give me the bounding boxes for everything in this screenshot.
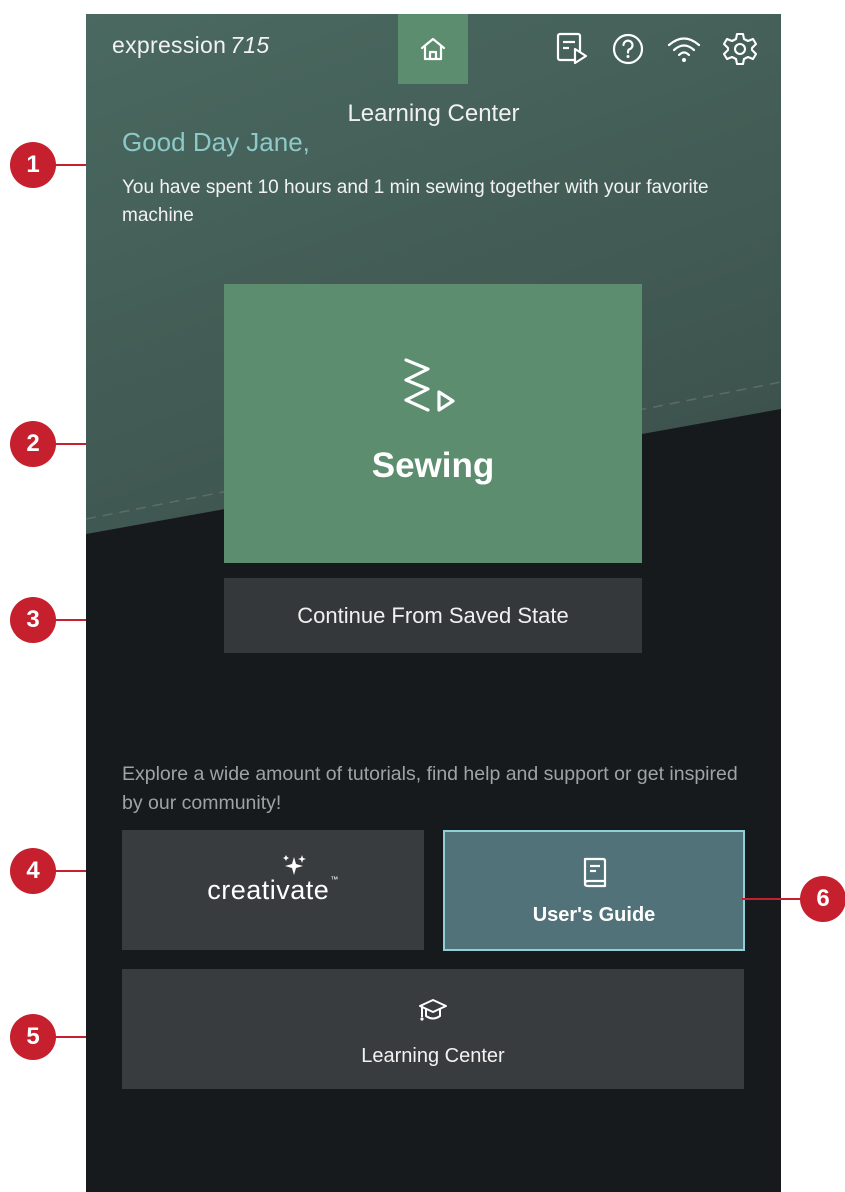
sparkle-icon bbox=[283, 854, 307, 875]
graduation-cap-icon bbox=[419, 999, 447, 1021]
wifi-icon bbox=[667, 37, 701, 62]
top-bar: expression 715 bbox=[86, 14, 781, 84]
callout-6-badge: 6 bbox=[800, 876, 845, 922]
home-icon bbox=[420, 37, 446, 61]
book-icon bbox=[583, 857, 607, 888]
callout-5-line bbox=[54, 1036, 86, 1038]
explore-text: Explore a wide amount of tutorials, find… bbox=[122, 763, 738, 814]
sewing-button[interactable]: Sewing bbox=[224, 284, 642, 563]
sewing-button-label: Sewing bbox=[371, 446, 495, 485]
users-guide-tile[interactable]: User's Guide bbox=[443, 830, 745, 951]
trademark-mark: ™ bbox=[330, 874, 339, 884]
brand-name: expression bbox=[112, 32, 227, 58]
video-tutorial-icon bbox=[556, 32, 588, 65]
callout-1-badge: 1 bbox=[10, 142, 56, 188]
greeting-text: Good Day Jane, bbox=[122, 127, 310, 157]
learning-center-tile[interactable]: Learning Center bbox=[122, 969, 744, 1089]
creativate-logo: creativate™ bbox=[207, 854, 339, 906]
callout-2-badge: 2 bbox=[10, 421, 56, 467]
help-icon bbox=[612, 33, 644, 65]
top-icons bbox=[553, 30, 759, 68]
callout-4-badge: 4 bbox=[10, 848, 56, 894]
learning-center-label: Learning Center bbox=[361, 1045, 505, 1067]
creativate-logo-text: creativate bbox=[207, 874, 330, 905]
callout-1-line bbox=[54, 164, 86, 166]
callout-5-badge: 5 bbox=[10, 1014, 56, 1060]
sewing-time-text: You have spent 10 hours and 1 min sewing… bbox=[122, 177, 709, 226]
help-button[interactable] bbox=[609, 30, 647, 68]
callout-6-line bbox=[742, 898, 802, 900]
callout-3-line bbox=[54, 619, 86, 621]
settings-icon bbox=[722, 32, 758, 66]
users-guide-label: User's Guide bbox=[532, 904, 656, 926]
callout-4-line bbox=[54, 870, 86, 872]
video-tutorial-button[interactable] bbox=[553, 30, 591, 68]
brand-model: 715 bbox=[230, 32, 270, 58]
home-button[interactable] bbox=[398, 14, 468, 84]
creativate-tile[interactable]: creativate™ bbox=[122, 830, 424, 950]
callout-2-line bbox=[54, 443, 86, 445]
sewing-start-icon bbox=[404, 358, 455, 412]
wifi-button[interactable] bbox=[665, 30, 703, 68]
continue-saved-state-button[interactable]: Continue From Saved State bbox=[224, 578, 642, 653]
screen-title: Learning Center bbox=[347, 100, 520, 127]
callout-3-badge: 3 bbox=[10, 597, 56, 643]
device-screen: expression 715 Learning Center Good Day … bbox=[86, 14, 781, 1192]
settings-button[interactable] bbox=[721, 30, 759, 68]
brand-logo: expression 715 bbox=[112, 32, 270, 59]
